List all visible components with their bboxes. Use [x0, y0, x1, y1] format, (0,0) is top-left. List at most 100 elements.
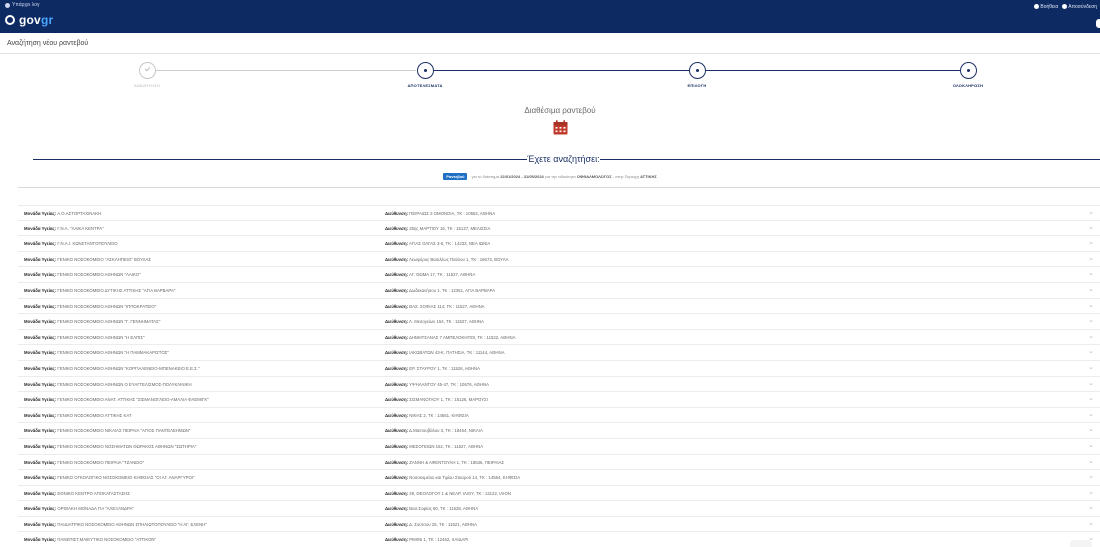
chevron-down-icon[interactable]: ⌄	[1088, 270, 1094, 277]
list-item[interactable]: Μονάδα Υγείας: Γ.Ν.Α. "ΛΑΙΚΑ ΚΕΝΤΡΑ" Διεύ…	[18, 221, 1100, 237]
chevron-down-icon[interactable]: ⌄	[1088, 333, 1094, 340]
divider	[18, 187, 1100, 188]
unit-label: Μονάδα Υγείας:	[24, 272, 57, 278]
address-label: Διεύθυνση:	[385, 211, 409, 216]
list-item[interactable]: Μονάδα Υγείας: ΓΕΝΙΚΟ ΝΟΣΟΚΟΜΕΙΟ ΑΘΗΝΩΝ …	[18, 314, 1100, 330]
chevron-down-icon[interactable]: ⌄	[1088, 239, 1094, 246]
scroll-top-button[interactable]	[1070, 540, 1092, 547]
address-label: Διεύθυνση:	[385, 303, 409, 309]
unit-label: Μονάδα Υγείας:	[24, 428, 57, 434]
list-item[interactable]: Μονάδα Υγείας: ΕΘΝΙΚΟ ΚΕΝΤΡΟ ΑΠΟΚΑΤΑΣΤΑΣ…	[18, 486, 1100, 502]
unit-cell: Μονάδα Υγείας: ΠΑΝΕΠΙΣΤ.ΜΑΙΕΥΤΙΚΟ ΝΟΣΟΚΟ…	[24, 537, 156, 542]
list-item[interactable]: Μονάδα Υγείας: ΓΕΝΙΚΟ ΝΟΣΟΚΟΜΕΙΟ ΝΙΚΑΙΑΣ…	[18, 423, 1100, 439]
step-label: ΕΠΙΛΟΓΗ	[687, 83, 707, 88]
chevron-down-icon[interactable]: ⌄	[1088, 473, 1094, 480]
address-label: Διεύθυνση:	[385, 365, 409, 371]
unit-label: Μονάδα Υγείας:	[24, 287, 57, 293]
address-cell: Διεύθυνση: ΜΕΣΟΓΕΙΩΝ 152, ΤΚ : 11527, ΑΘ…	[385, 444, 483, 449]
list-item[interactable]: Μονάδα Υγείας: ΠΑΝΕΠΙΣΤ.ΜΑΙΕΥΤΙΚΟ ΝΟΣΟΚΟ…	[18, 532, 1100, 547]
chevron-down-icon[interactable]: ⌄	[1088, 411, 1094, 418]
list-item[interactable]: Μονάδα Υγείας: ΓΕΝΙΚΟ ΝΟΣΟΚΟΜΕΙΟ ΠΕΙΡΑΙΑ…	[18, 455, 1100, 471]
unit-label: Μονάδα Υγείας:	[24, 334, 57, 340]
chevron-down-icon[interactable]: ⌄	[1088, 224, 1094, 231]
address-label: Διεύθυνση:	[385, 272, 409, 278]
criteria-text: - στην Περιοχή	[612, 174, 639, 179]
step-dot-icon	[416, 62, 434, 79]
address-label: Διεύθυνση:	[385, 521, 409, 527]
chevron-down-icon[interactable]: ⌄	[1088, 395, 1094, 402]
chevron-down-icon[interactable]: ⌄	[1088, 380, 1094, 387]
unit-cell: Μονάδα Υγείας: ΓΕΝΙΚΟ ΝΟΣΟΚΟΜΕΙΟ "ΑΣΚΛΗΠ…	[24, 257, 151, 262]
unit-cell: Μονάδα Υγείας: ΓΕΝΙΚΟ ΝΟΣΟΚΟΜΕΙΟ ΑΤΤΙΚΗΣ…	[24, 413, 132, 418]
chevron-down-icon[interactable]: ⌄	[1088, 364, 1094, 371]
address-cell: Διεύθυνση: Λεωφόρος Βασιλέως Παύλου 1, Τ…	[385, 257, 508, 262]
list-item[interactable]: Μονάδα Υγείας: ΠΑΙΔΙΑΤΡΙΚΟ ΝΟΣΟΚΟΜΕΙΟ ΑΘ…	[18, 517, 1100, 533]
user-link[interactable]: Υπάρχει λογ	[5, 2, 40, 8]
address-value: Δωδεκανήσου 1, ΤΚ : 12351, ΑΓΙΑ ΒΑΡΒΑΡΑ	[409, 287, 496, 293]
unit-cell: Μονάδα Υγείας: ΓΕΝΙΚΟ ΝΟΣΟΚΟΜΕΙΟ ΑΘΗΝΩΝ …	[24, 304, 156, 309]
chevron-down-icon[interactable]: ⌄	[1088, 348, 1094, 355]
user-link-label: Υπάρχει λογ	[12, 2, 40, 8]
chevron-down-icon[interactable]: ⌄	[1088, 286, 1094, 293]
unit-cell: Μονάδα Υγείας: ΓΕΝΙΚΟ ΝΟΣΟΚΟΜΕΙΟ ΑΘΗΝΩΝ …	[24, 319, 160, 324]
criteria-date-range: 22/01/2024 - 31/05/2024	[500, 174, 544, 179]
chevron-down-icon[interactable]: ⌄	[1088, 255, 1094, 262]
chevron-down-icon[interactable]: ⌄	[1088, 504, 1094, 511]
account-link[interactable]: Αποσύνδεση	[1062, 4, 1097, 10]
chevron-down-icon[interactable]: ⌄	[1088, 426, 1094, 433]
address-label: Διεύθυνση:	[385, 381, 409, 387]
gov-logo-icon	[5, 15, 15, 25]
chevron-down-icon[interactable]: ⌄	[1088, 458, 1094, 465]
unit-name: ΓΕΝΙΚΟ ΝΟΣΟΚΟΜΕΙΟ ΑΘΗΝΩΝ "Η ΕΛΠΙΣ"	[57, 334, 145, 340]
list-item[interactable]: Μονάδα Υγείας: ΓΕΝΙΚΟ ΝΟΣΟΚΟΜΕΙΟ ΑΘΗΝΩΝ …	[18, 377, 1100, 393]
list-item[interactable]: Μονάδα Υγείας: ΓΕΝΙΚΟ ΝΟΣΟΚΟΜΕΙΟ ΑΘΗΝΩΝ …	[18, 361, 1100, 377]
unit-name: ΓΕΝΙΚΟ ΝΟΣΟΚΟΜΕΙΟ ΑΘΗΝΩΝ "ΚΟΡΓΙΑΛΕΝΕΙΟ-Μ…	[57, 365, 200, 371]
unit-cell: Μονάδα Υγείας: ΓΕΝΙΚΟ ΟΓΚΟΛΟΓΙΚΟ ΝΟΣΟΚΟΜ…	[24, 475, 195, 480]
criteria-text: για την ειδικότητα	[544, 174, 576, 179]
unit-label: Μονάδα Υγείας:	[24, 319, 57, 325]
list-item[interactable]: Μονάδα Υγείας: ΓΕΝΙΚΟ ΟΓΚΟΛΟΓΙΚΟ ΝΟΣΟΚΟΜ…	[18, 470, 1100, 486]
list-item[interactable]: Μονάδα Υγείας: ΓΕΝΙΚΟ ΝΟΣΟΚΟΜΕΙΟ ΑΤΤΙΚΗΣ…	[18, 408, 1100, 424]
user-icon	[5, 2, 10, 8]
step-completion: ΟΛΟΚΛΗΡΩΣΗ	[928, 62, 1008, 88]
list-item[interactable]: Μονάδα Υγείας: ΓΕΝΙΚΟ ΝΟΣΟΚΟΜΕΙΟ ΝΟΣΗΜΑΤ…	[18, 439, 1100, 455]
address-cell: Διεύθυνση: Δ.Μαντουβάλου 3, ΤΚ : 18454, …	[385, 428, 483, 433]
chevron-down-icon[interactable]: ⌄	[1088, 302, 1094, 309]
help-link[interactable]: Βοήθεια	[1034, 4, 1058, 10]
side-tab[interactable]	[1096, 19, 1100, 28]
divider	[0, 53, 1100, 54]
address-label: Διεύθυνση:	[385, 241, 409, 247]
chevron-down-icon[interactable]: ⌄	[1088, 489, 1094, 496]
unit-name: ΓΕΝΙΚΟ ΝΟΣΟΚΟΜΕΙΟ ΠΕΙΡΑΙΑ "ΤΖΑΝΕΙΟ"	[57, 459, 145, 465]
list-item[interactable]: Μονάδα Υγείας: Γ.Ν.Α.Ι. ΚΩΝΣΤΑΝΤΟΠΟΥΛΕΙΟ…	[18, 236, 1100, 252]
list-item[interactable]: Μονάδα Υγείας: ΓΕΝΙΚΟ ΝΟΣΟΚΟΜΕΙΟ ΑΘΗΝΩΝ …	[18, 299, 1100, 315]
divider	[600, 159, 1100, 160]
chevron-down-icon[interactable]: ⌄	[1088, 520, 1094, 527]
list-item[interactable]: Μονάδα Υγείας: Α.Ο.ΑΣΤΟΡΤΑΧΙΝΑΚΗ Διεύθυνσ…	[18, 205, 1100, 221]
unit-label: Μονάδα Υγείας:	[24, 350, 57, 356]
unit-name: ΕΘΝΙΚΟ ΚΕΝΤΡΟ ΑΠΟΚΑΤΑΣΤΑΣΗΣ	[57, 490, 130, 496]
list-item[interactable]: Μονάδα Υγείας: ΓΕΝΙΚΟ ΝΟΣΟΚΟΜΕΙΟ "ΑΣΚΛΗΠ…	[18, 252, 1100, 268]
address-value: 25ης ΜΑΡΤΙΟΥ 16, ΤΚ : 15127, ΜΕΛΙΣΣΙΑ	[409, 225, 491, 231]
unit-cell: Μονάδα Υγείας: Α.Ο.ΑΣΤΟΡΤΑΧΙΝΑΚΗ	[24, 211, 101, 216]
top-navbar: Υπάρχει λογ govgr Βοήθεια Αποσύνδεση	[0, 0, 1100, 33]
address-label: Διεύθυνση:	[385, 334, 409, 340]
unit-name: ΓΕΝΙΚΟ ΝΟΣΟΚΟΜΕΙΟ ΝΟΣΗΜΑΤΩΝ ΘΩΡΑΚΟΣ ΑΘΗΝ…	[57, 443, 197, 449]
list-item[interactable]: Μονάδα Υγείας: ΓΕΝΙΚΟ ΝΟΣΟΚΟΜΕΙΟ ΑΘΗΝΩΝ …	[18, 330, 1100, 346]
chevron-down-icon[interactable]: ⌄	[1088, 317, 1094, 324]
unit-cell: Μονάδα Υγείας: ΓΕΝΙΚΟ ΝΟΣΟΚΟΜΕΙΟ ΑΘΗΝΩΝ …	[24, 272, 141, 277]
list-item[interactable]: Μονάδα Υγείας: ΓΕΝΙΚΟ ΝΟΣΟΚΟΜΕΙΟ ΑΘΗΝΩΝ …	[18, 345, 1100, 361]
unit-cell: Μονάδα Υγείας: ΓΕΝΙΚΟ ΝΟΣΟΚΟΜΕΙΟ ΠΕΙΡΑΙΑ…	[24, 460, 144, 465]
list-item[interactable]: Μονάδα Υγείας: ΓΕΝΙΚΟ ΝΟΣΟΚΟΜΕΙΟ ΑΝΑΤ. Α…	[18, 392, 1100, 408]
address-label: Διεύθυνση:	[385, 490, 409, 496]
chevron-down-icon[interactable]: ⌄	[1088, 209, 1094, 216]
chevron-down-icon[interactable]: ⌄	[1088, 442, 1094, 449]
list-item[interactable]: Μονάδα Υγείας: ΓΕΝΙΚΟ ΝΟΣΟΚΟΜΕΙΟ ΑΘΗΝΩΝ …	[18, 267, 1100, 283]
list-item[interactable]: Μονάδα Υγείας: ΓΕΝΙΚΟ ΝΟΣΟΚΟΜΕΙΟ ΔΥΤΙΚΗΣ…	[18, 283, 1100, 299]
divider	[33, 159, 527, 160]
unit-label: Μονάδα Υγείας:	[24, 506, 57, 512]
list-item[interactable]: Μονάδα Υγείας: ΟΡΘΙΑΚΗ ΜΟΝΑΔΑ ΓΙΑ "ΑΛΕΞΑ…	[18, 501, 1100, 517]
unit-name: ΓΕΝΙΚΟ ΝΟΣΟΚΟΜΕΙΟ ΑΝΑΤ. ΑΤΤΙΚΗΣ "ΣΙΣΜΑΝΟ…	[57, 397, 209, 403]
gov-logo[interactable]: govgr	[5, 13, 53, 27]
unit-name: ΓΕΝΙΚΟ ΝΟΣΟΚΟΜΕΙΟ ΑΤΤΙΚΗΣ ΚΑΤ	[57, 412, 132, 418]
